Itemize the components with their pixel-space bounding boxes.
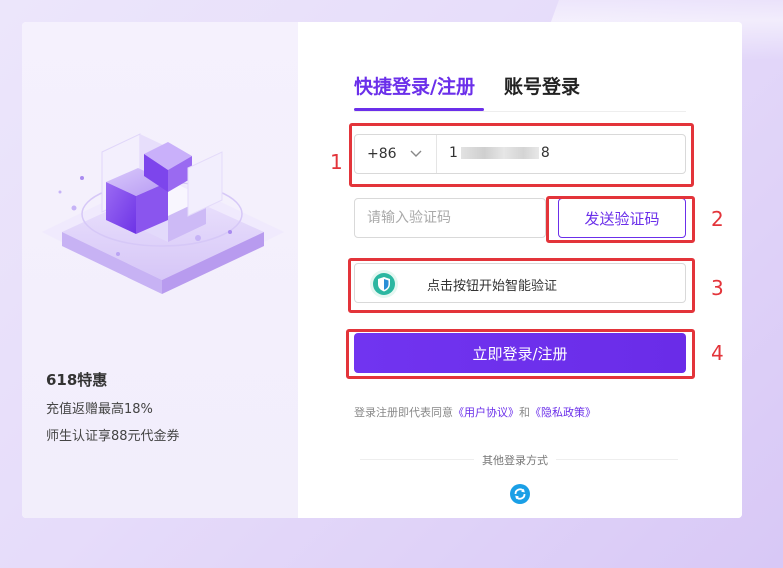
tab-quick-login[interactable]: 快捷登录/注册: [354, 72, 475, 99]
login-tabs: 快捷登录/注册 账号登录: [354, 72, 686, 112]
privacy-policy-link[interactable]: 《隐私政策》: [530, 406, 596, 419]
annotation-number-1: 1: [330, 150, 343, 174]
promo-panel: 618特惠 充值返赠最高18% 师生认证享88元代金券: [22, 22, 298, 518]
annotation-number-3: 3: [711, 276, 724, 300]
agreement-and: 和: [519, 406, 530, 419]
agreement-prefix: 登录注册即代表同意: [354, 406, 453, 419]
promo-title: 618特惠: [46, 371, 108, 389]
agreement-text: 登录注册即代表同意《用户协议》和《隐私政策》: [354, 404, 596, 420]
annotation-box-1: [349, 123, 694, 187]
promo-recharge-bonus: 充值返赠最高18%: [46, 402, 153, 417]
promo-student-voucher: 师生认证享88元代金券: [46, 429, 180, 444]
user-agreement-link[interactable]: 《用户协议》: [453, 406, 519, 419]
other-login-label: 其他登录方式: [474, 452, 556, 468]
refresh-circle-icon[interactable]: [510, 484, 530, 504]
annotation-number-2: 2: [711, 207, 724, 231]
cube-illustration-icon: [42, 133, 284, 294]
annotation-box-3: [348, 258, 695, 313]
annotation-box-4: [346, 329, 695, 379]
tab-account-login[interactable]: 账号登录: [504, 72, 580, 99]
annotation-box-2: [546, 196, 695, 243]
active-tab-indicator: [354, 108, 484, 111]
annotation-number-4: 4: [711, 341, 724, 365]
verification-code-input[interactable]: [354, 198, 546, 238]
